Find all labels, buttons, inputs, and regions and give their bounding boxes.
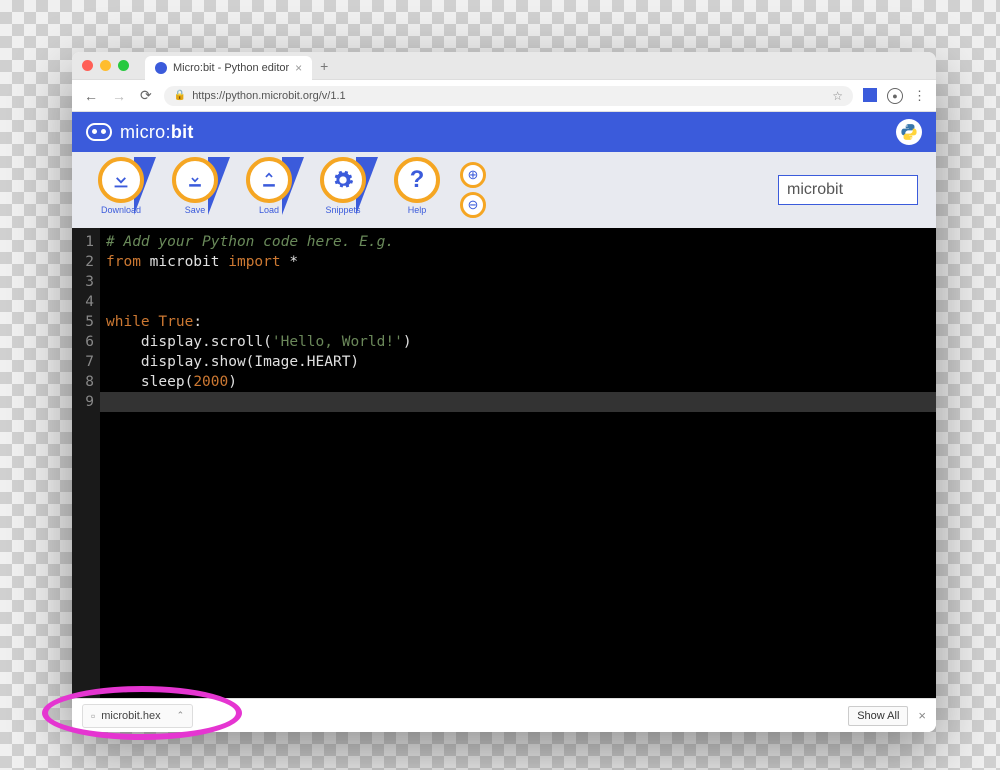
- maximize-window-button[interactable]: [118, 60, 129, 71]
- back-button[interactable]: ←: [82, 88, 100, 104]
- extension-icon[interactable]: [863, 88, 877, 102]
- star-icon[interactable]: ☆: [832, 89, 843, 103]
- brand-text: micro:bit: [120, 122, 194, 143]
- code-line[interactable]: display.show(Image.HEART): [106, 352, 936, 372]
- new-tab-button[interactable]: +: [320, 58, 328, 74]
- menu-icon[interactable]: ⋮: [913, 88, 926, 104]
- brand-logo[interactable]: micro:bit: [86, 122, 194, 143]
- load-button[interactable]: Load: [232, 155, 306, 225]
- close-tab-icon[interactable]: ×: [295, 61, 302, 75]
- microbit-logo-icon: [86, 123, 112, 141]
- code-editor[interactable]: 123456789 # Add your Python code here. E…: [72, 228, 936, 698]
- zoom-out-icon: ⊖: [468, 197, 479, 213]
- download-icon: [110, 169, 132, 191]
- python-logo-icon: [896, 119, 922, 145]
- file-icon: ▫: [91, 709, 95, 723]
- address-bar-row: ← → ⟳ 🔒 https://python.microbit.org/v/1.…: [72, 80, 936, 112]
- app-header: micro:bit: [72, 112, 936, 152]
- download-filename: microbit.hex: [101, 710, 160, 722]
- code-line[interactable]: [106, 272, 936, 292]
- snippets-button[interactable]: Snippets: [306, 155, 380, 225]
- code-line[interactable]: sleep(2000): [106, 372, 936, 392]
- chevron-up-icon[interactable]: ⌃: [177, 710, 185, 721]
- forward-button[interactable]: →: [110, 88, 128, 104]
- download-bar: ▫ microbit.hex ⌃ Show All ×: [72, 698, 936, 732]
- download-button[interactable]: Download: [84, 155, 158, 225]
- browser-action-icons: ● ⋮: [863, 88, 926, 104]
- code-area[interactable]: # Add your Python code here. E.g.from mi…: [100, 228, 936, 698]
- tab-title: Micro:bit - Python editor: [173, 62, 289, 74]
- zoom-in-button[interactable]: ⊕: [460, 162, 486, 188]
- code-line[interactable]: [106, 292, 936, 312]
- browser-tab[interactable]: Micro:bit - Python editor ×: [145, 56, 312, 80]
- code-line[interactable]: from microbit import *: [106, 252, 936, 272]
- toolbar: Download Save Load Snippets ? Help ⊕ ⊖: [72, 152, 936, 228]
- download-item[interactable]: ▫ microbit.hex ⌃: [82, 704, 193, 728]
- zoom-out-button[interactable]: ⊖: [460, 192, 486, 218]
- help-button[interactable]: ? Help: [380, 155, 454, 225]
- favicon-icon: [155, 62, 167, 74]
- zoom-in-icon: ⊕: [468, 167, 479, 183]
- close-download-bar-icon[interactable]: ×: [918, 708, 926, 723]
- code-line[interactable]: while True:: [106, 312, 936, 332]
- save-button[interactable]: Save: [158, 155, 232, 225]
- lock-icon: 🔒: [174, 90, 186, 101]
- question-icon: ?: [410, 166, 425, 194]
- load-icon: [259, 170, 279, 190]
- window-controls: [82, 60, 129, 71]
- close-window-button[interactable]: [82, 60, 93, 71]
- line-gutter: 123456789: [72, 228, 100, 698]
- browser-window: Micro:bit - Python editor × + ← → ⟳ 🔒 ht…: [72, 52, 936, 732]
- minimize-window-button[interactable]: [100, 60, 111, 71]
- code-line[interactable]: display.scroll('Hello, World!'): [106, 332, 936, 352]
- gear-icon: [332, 169, 354, 191]
- script-name-input[interactable]: [778, 175, 918, 205]
- reload-button[interactable]: ⟳: [138, 87, 154, 104]
- save-icon: [185, 170, 205, 190]
- profile-icon[interactable]: ●: [887, 88, 903, 104]
- show-all-downloads-button[interactable]: Show All: [848, 706, 908, 726]
- titlebar: Micro:bit - Python editor × +: [72, 52, 936, 80]
- url-text: https://python.microbit.org/v/1.1: [192, 90, 826, 102]
- address-bar[interactable]: 🔒 https://python.microbit.org/v/1.1 ☆: [164, 86, 853, 106]
- code-line[interactable]: # Add your Python code here. E.g.: [106, 232, 936, 252]
